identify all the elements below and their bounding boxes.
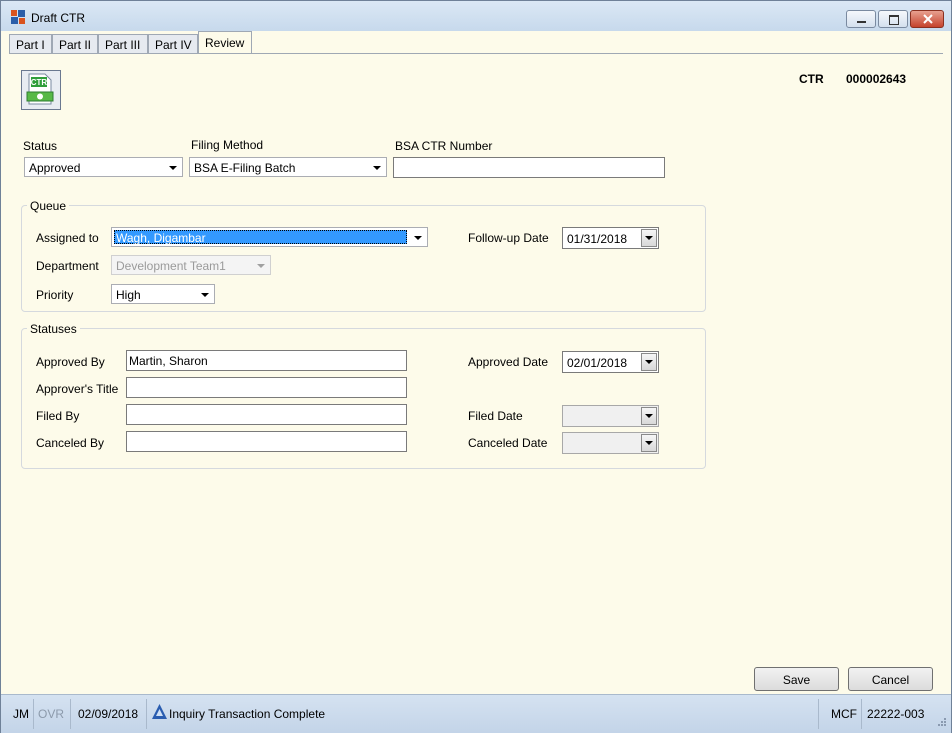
approved-date-picker[interactable]: 02/01/2018: [562, 351, 659, 373]
filed-by-field[interactable]: [126, 404, 407, 425]
status-user: JM: [13, 707, 29, 721]
app-icon: [11, 10, 25, 24]
status-separator: [70, 699, 71, 729]
transaction-status-icon: [152, 704, 167, 719]
close-button[interactable]: [910, 10, 944, 28]
svg-text:CTR: CTR: [31, 78, 48, 87]
tab-part-i[interactable]: Part I: [9, 34, 52, 53]
filed-date-picker[interactable]: [562, 405, 659, 427]
minimize-button[interactable]: [846, 10, 876, 28]
window-title: Draft CTR: [31, 11, 85, 25]
filed-date-label: Filed Date: [468, 409, 523, 423]
status-value: Approved: [29, 161, 81, 175]
calendar-dropdown-icon[interactable]: [641, 229, 657, 247]
chevron-down-icon: [169, 166, 177, 170]
statuses-group-title: Statuses: [27, 322, 80, 336]
followup-date-label: Follow-up Date: [468, 231, 549, 245]
followup-date-picker[interactable]: 01/31/2018: [562, 227, 659, 249]
canceled-date-picker[interactable]: [562, 432, 659, 454]
status-separator: [146, 699, 147, 729]
assigned-to-select[interactable]: Wagh, Digambar: [111, 227, 428, 247]
status-separator: [818, 699, 819, 729]
calendar-dropdown-icon[interactable]: [641, 434, 657, 452]
status-app: MCF: [831, 707, 857, 721]
approver-title-label: Approver's Title: [36, 382, 119, 396]
department-select: Development Team1: [111, 255, 271, 275]
status-select[interactable]: Approved: [24, 157, 183, 177]
tab-review[interactable]: Review: [198, 31, 252, 54]
cancel-button[interactable]: Cancel: [848, 667, 933, 691]
followup-date-value: 01/31/2018: [567, 232, 628, 246]
restore-icon: [889, 15, 899, 25]
tab-part-iii[interactable]: Part III: [98, 34, 148, 53]
status-separator: [33, 699, 34, 729]
close-icon: [923, 14, 933, 24]
canceled-by-field[interactable]: [126, 431, 407, 452]
assigned-to-label: Assigned to: [36, 231, 99, 245]
tab-divider: [9, 53, 943, 54]
calendar-dropdown-icon[interactable]: [641, 407, 657, 425]
status-code: 22222-003: [867, 707, 925, 721]
department-label: Department: [36, 259, 99, 273]
priority-value: High: [116, 288, 141, 302]
title-bar[interactable]: Draft CTR: [1, 1, 951, 31]
filing-method-value: BSA E-Filing Batch: [194, 161, 296, 175]
ctr-document-icon: CTR: [21, 70, 61, 110]
chevron-down-icon: [373, 166, 381, 170]
tab-part-ii[interactable]: Part II: [52, 34, 98, 53]
calendar-dropdown-icon[interactable]: [641, 353, 657, 371]
ctr-label: CTR: [799, 72, 824, 86]
save-button[interactable]: Save: [754, 667, 839, 691]
tab-part-iv[interactable]: Part IV: [148, 34, 198, 53]
approver-title-field[interactable]: [126, 377, 407, 398]
draft-ctr-window: Draft CTR Part I Part II Part III Part I…: [0, 0, 952, 733]
filed-by-label: Filed By: [36, 409, 80, 423]
maximize-button[interactable]: [878, 10, 908, 28]
ctr-number: 000002643: [846, 72, 907, 86]
approved-by-value: Martin, Sharon: [129, 354, 208, 368]
minimize-icon: [857, 21, 866, 23]
status-ovr: OVR: [38, 707, 65, 721]
status-label: Status: [23, 139, 58, 153]
status-bar: JM OVR 02/09/2018 Inquiry Transaction Co…: [1, 694, 951, 733]
priority-label: Priority: [36, 288, 74, 302]
priority-select[interactable]: High: [111, 284, 215, 304]
queue-group-title: Queue: [27, 199, 70, 213]
canceled-date-label: Canceled Date: [468, 436, 548, 450]
canceled-by-label: Canceled By: [36, 436, 105, 450]
bsa-ctr-number-label: BSA CTR Number: [395, 139, 493, 153]
chevron-down-icon: [414, 236, 422, 240]
approved-date-label: Approved Date: [468, 355, 549, 369]
approved-by-field[interactable]: Martin, Sharon: [126, 350, 407, 371]
filing-method-label: Filing Method: [191, 138, 264, 152]
chevron-down-icon: [257, 264, 265, 268]
approved-date-value: 02/01/2018: [567, 356, 628, 370]
approved-by-label: Approved By: [36, 355, 105, 369]
status-date: 02/09/2018: [78, 707, 139, 721]
bsa-ctr-number-field[interactable]: [393, 157, 665, 178]
assigned-to-value: Wagh, Digambar: [116, 231, 206, 245]
chevron-down-icon: [201, 293, 209, 297]
department-value: Development Team1: [116, 259, 226, 273]
status-separator: [861, 699, 862, 729]
resize-grip-icon[interactable]: [935, 717, 947, 729]
status-message: Inquiry Transaction Complete: [169, 707, 326, 721]
filing-method-select[interactable]: BSA E-Filing Batch: [189, 157, 387, 177]
